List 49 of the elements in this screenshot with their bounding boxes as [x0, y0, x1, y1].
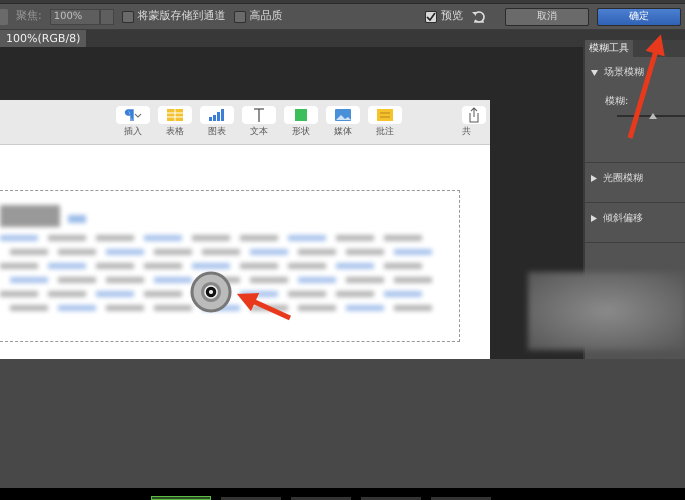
collapsed-triangle-icon[interactable] [591, 175, 597, 182]
checkbox[interactable] [234, 10, 246, 22]
toolbar-button[interactable] [242, 106, 276, 124]
toolbar-button[interactable] [326, 106, 360, 124]
square-icon [295, 109, 307, 121]
arrow-annotation [236, 293, 292, 320]
toolbar-button[interactable] [368, 106, 402, 124]
bar-chart-icon [209, 109, 225, 121]
toolbar-label: 插入 [124, 126, 142, 139]
note-icon [377, 109, 393, 121]
checkbox-label: 将蒙版存储到通道 [138, 8, 226, 24]
document-tab[interactable]: 100%(RGB/8) [0, 30, 86, 47]
field-label: 聚焦: [16, 8, 42, 24]
table-icon [167, 109, 183, 121]
toolbar-label: 媒体 [334, 126, 352, 139]
thumbnail[interactable] [221, 497, 281, 500]
panel-tab[interactable]: 模糊工具 [585, 40, 633, 57]
thumbnail[interactable] [291, 497, 351, 500]
toolbar-label: 文本 [250, 126, 268, 139]
collapsed-triangle-icon[interactable] [591, 215, 597, 222]
checkbox[interactable] [425, 10, 437, 22]
toolbar-button[interactable] [116, 106, 150, 124]
toolbar-label: 表格 [166, 126, 184, 139]
blur-pin-icon[interactable] [190, 271, 232, 313]
checkbox-label: 高品质 [250, 8, 283, 24]
slider-thumb[interactable] [649, 113, 657, 119]
thumbnail[interactable] [361, 497, 421, 500]
section-title[interactable]: 场景模糊 [604, 65, 644, 80]
ok-button[interactable]: 确定 [597, 8, 681, 26]
slider-label: 模糊: [605, 94, 630, 109]
toolbar-label: 图表 [208, 126, 226, 139]
section-title[interactable]: 倾斜偏移 [603, 211, 643, 226]
thumbnail[interactable] [151, 496, 211, 500]
checkbox-label: 预览 [441, 8, 463, 24]
reset-icon[interactable] [471, 10, 487, 24]
share-icon [468, 107, 480, 123]
text-icon [253, 108, 265, 122]
paragraph-icon [123, 109, 143, 121]
toolbar-label: 形状 [292, 126, 310, 139]
expanded-triangle-icon[interactable] [591, 70, 598, 76]
toolbar-button[interactable] [462, 106, 486, 124]
thumbnail[interactable] [431, 497, 491, 500]
checkbox[interactable] [122, 10, 134, 22]
toolbar-label: 批注 [376, 126, 394, 139]
cancel-button[interactable]: 取消 [505, 8, 589, 26]
toolbar-label: 共 [462, 126, 471, 139]
image-icon [335, 109, 351, 121]
toolbar-button[interactable] [200, 106, 234, 124]
section-title[interactable]: 光圈模糊 [603, 171, 643, 186]
